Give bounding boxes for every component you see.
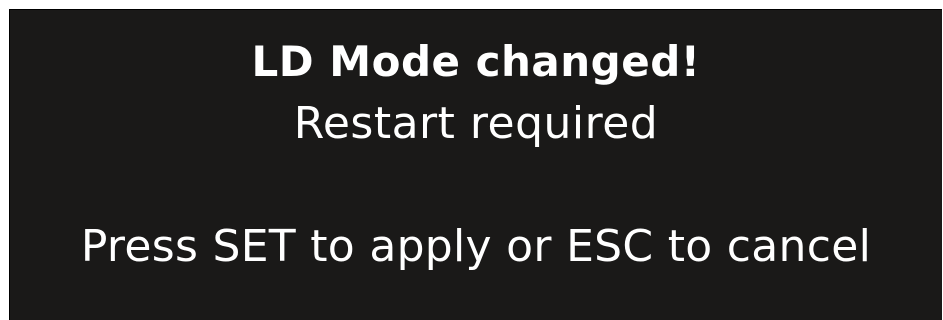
dialog-title: LD Mode changed! — [251, 37, 701, 86]
dialog-prompt: Press SET to apply or ESC to cancel — [80, 221, 872, 272]
dialog-subtitle: Restart required — [293, 98, 659, 149]
device-display-screen: LD Mode changed! Restart required Press … — [9, 9, 942, 320]
